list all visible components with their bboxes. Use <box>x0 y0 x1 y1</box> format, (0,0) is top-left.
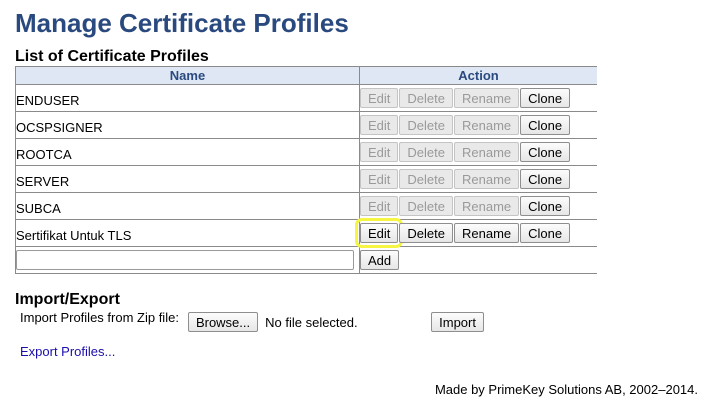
profile-actions-cell: Edit Delete Rename Clone <box>359 165 597 193</box>
rename-button: Rename <box>453 196 520 216</box>
delete-button: Delete <box>399 196 453 216</box>
profile-name: OCSPSIGNER <box>16 119 103 135</box>
clone-button[interactable]: Clone <box>520 142 571 162</box>
profile-name-cell: SERVER <box>15 165 360 193</box>
profile-name-cell: ROOTCA <box>15 138 360 166</box>
table-row: SUBCA Edit Delete Rename Clone <box>15 192 597 220</box>
profile-name: ROOTCA <box>16 146 72 162</box>
import-button[interactable]: Import <box>431 312 484 332</box>
profile-name: SERVER <box>16 173 70 189</box>
profile-name-cell: SUBCA <box>15 192 360 220</box>
profile-name-cell: OCSPSIGNER <box>15 111 360 139</box>
rename-button: Rename <box>453 88 520 108</box>
list-title: List of Certificate Profiles <box>15 48 209 65</box>
rename-button: Rename <box>453 169 520 189</box>
import-row: Import Profiles from Zip file: Browse...… <box>20 310 485 332</box>
table-row: SERVER Edit Delete Rename Clone <box>15 165 597 193</box>
profile-actions-cell: Edit Delete Rename Clone <box>359 138 597 166</box>
import-label: Import Profiles from Zip file: <box>20 310 179 325</box>
profile-actions-cell: Edit Delete Rename Clone <box>359 84 597 112</box>
rename-button[interactable]: Rename <box>453 223 520 243</box>
import-export-title: Import/Export <box>15 291 120 308</box>
profile-name: ENDUSER <box>16 92 80 108</box>
edit-button: Edit <box>360 169 399 189</box>
table-row: ENDUSER Edit Delete Rename Clone <box>15 84 597 112</box>
delete-button[interactable]: Delete <box>399 223 453 243</box>
new-profile-name-input[interactable] <box>16 250 354 270</box>
file-status: No file selected. <box>265 314 358 330</box>
edit-button: Edit <box>360 196 399 216</box>
rename-button: Rename <box>453 115 520 135</box>
clone-button[interactable]: Clone <box>520 88 571 108</box>
table-row: OCSPSIGNER Edit Delete Rename Clone <box>15 111 597 139</box>
profile-name: SUBCA <box>16 200 61 216</box>
delete-button: Delete <box>399 88 453 108</box>
edit-button: Edit <box>360 88 399 108</box>
edit-button: Edit <box>360 115 399 135</box>
profile-name-cell: Sertifikat Untuk TLS <box>15 219 360 247</box>
profile-name-cell: ENDUSER <box>15 84 360 112</box>
add-button[interactable]: Add <box>360 250 400 270</box>
footer: Made by PrimeKey Solutions AB, 2002–2014… <box>434 382 698 397</box>
profile-name: Sertifikat Untuk TLS <box>16 227 132 243</box>
browse-button[interactable]: Browse... <box>187 312 259 332</box>
edit-button: Edit <box>360 142 399 162</box>
table-row: ROOTCA Edit Delete Rename Clone <box>15 138 597 166</box>
page-title: Manage Certificate Profiles <box>15 8 349 38</box>
name-column-header: Name <box>15 66 360 85</box>
profiles-table: Name Action ENDUSER Edit Delete Rename Clone… <box>15 66 597 274</box>
clone-button[interactable]: Clone <box>520 196 571 216</box>
edit-button[interactable]: Edit <box>354 218 404 248</box>
delete-button: Delete <box>399 142 453 162</box>
rename-button: Rename <box>453 142 520 162</box>
table-header-row: Name Action <box>15 66 597 85</box>
add-profile-row: Add <box>15 246 597 274</box>
clone-button[interactable]: Clone <box>520 223 571 243</box>
delete-button: Delete <box>399 115 453 135</box>
add-action-cell: Add <box>359 246 597 274</box>
export-profiles-link[interactable]: Export Profiles... <box>20 344 115 359</box>
profile-actions-cell: Edit Delete Rename Clone <box>359 111 597 139</box>
add-input-cell <box>15 246 360 274</box>
profile-actions-cell: Edit Delete Rename Clone <box>359 192 597 220</box>
action-column-header: Action <box>359 66 597 85</box>
delete-button: Delete <box>399 169 453 189</box>
table-row: Sertifikat Untuk TLS Edit Delete Rename Clon… <box>15 218 597 248</box>
clone-button[interactable]: Clone <box>520 169 571 189</box>
profile-actions-cell: Edit Delete Rename Clone <box>354 218 597 248</box>
clone-button[interactable]: Clone <box>520 115 571 135</box>
